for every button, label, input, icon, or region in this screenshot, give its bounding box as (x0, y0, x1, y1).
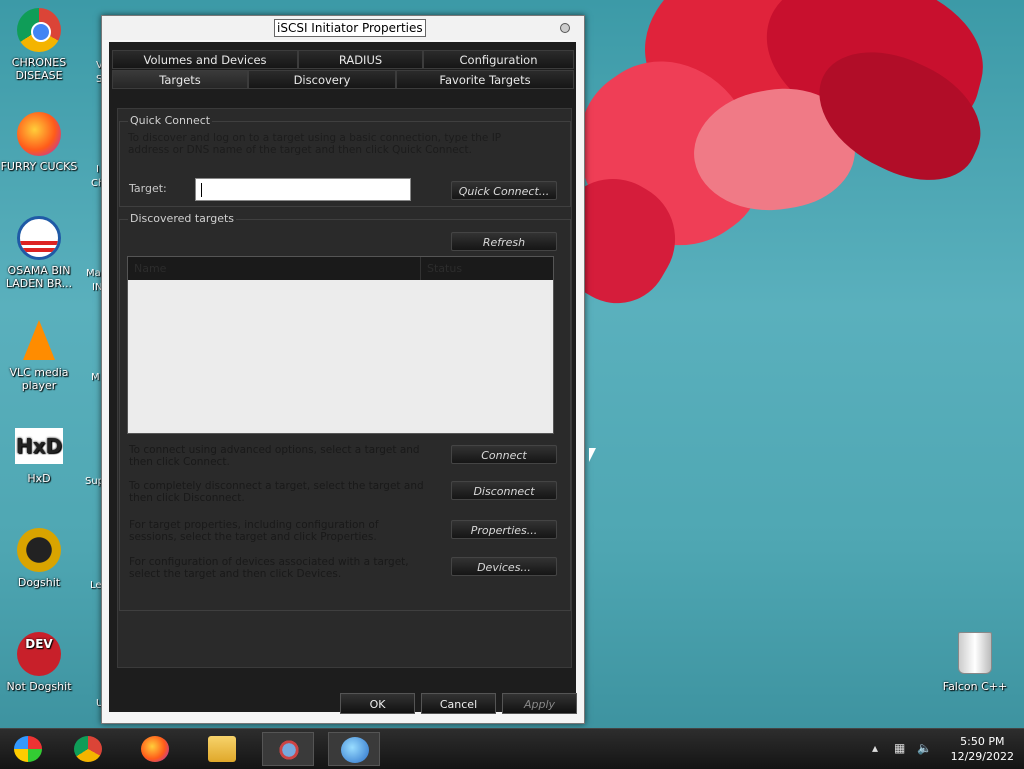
quick-connect-button[interactable]: Quick Connect... (451, 181, 557, 200)
clock[interactable]: 5:50 PM 12/29/2022 (951, 734, 1014, 764)
disconnect-description: To completely disconnect a target, selec… (129, 480, 424, 504)
start-orb-icon (14, 736, 42, 762)
desktop-icon-label: HxD (27, 472, 51, 485)
partial-label: Ma (86, 268, 101, 279)
recycle-bin-icon (958, 632, 992, 674)
chrome-icon (74, 736, 102, 762)
connect-button[interactable]: Connect (451, 445, 557, 464)
partial-label: I (96, 164, 99, 175)
network-users-icon (275, 737, 303, 763)
quick-connect-label: Quick Connect (128, 114, 213, 127)
quick-connect-group: Quick Connect To discover and log on to … (119, 114, 571, 207)
desktop-icon-osama[interactable]: OSAMA BIN LADEN BR... (0, 216, 78, 290)
quick-connect-description: To discover and log on to a target using… (128, 132, 502, 156)
discovered-targets-list[interactable]: Name Status (127, 256, 554, 434)
window-titlebar[interactable]: iSCSI Initiator Properties (102, 16, 584, 40)
desktop-icon-chrones-disease[interactable]: CHRONES DISEASE (0, 8, 78, 82)
window-title: iSCSI Initiator Properties (274, 19, 426, 37)
tab-discovery[interactable]: Discovery (248, 70, 396, 89)
target-input[interactable] (195, 178, 411, 201)
desktop-icon-not-dogshit[interactable]: DEV Not Dogshit (0, 632, 78, 693)
devices-button[interactable]: Devices... (451, 557, 557, 576)
properties-button[interactable]: Properties... (451, 520, 557, 539)
taskbar-chrome[interactable] (62, 732, 114, 766)
clock-time: 5:50 PM (960, 735, 1005, 748)
desktop-icon-furry-cucks[interactable]: FURRY CUCKS (0, 112, 78, 173)
taskbar: ▴ ▦ 🔈 5:50 PM 12/29/2022 (0, 728, 1024, 769)
taskbar-iscsi[interactable] (328, 732, 380, 766)
taskbar-file-explorer[interactable] (196, 732, 248, 766)
file-explorer-icon (208, 736, 236, 762)
taskbar-firefox[interactable] (129, 732, 181, 766)
desktop-icon-label: Falcon C++ (942, 680, 1008, 693)
firefox-icon (141, 736, 169, 762)
column-status[interactable]: Status (421, 257, 553, 280)
refresh-button[interactable]: Refresh (451, 232, 557, 251)
targets-panel: Quick Connect To discover and log on to … (117, 108, 572, 668)
iscsi-globe-icon (341, 737, 369, 763)
discovered-targets-group: Discovered targets Refresh Name Status T… (119, 212, 571, 611)
list-header: Name Status (128, 257, 553, 280)
taskbar-network-users[interactable] (262, 732, 314, 766)
partial-label: M (91, 372, 100, 383)
hxd-icon: HxD (15, 428, 63, 464)
tab-targets[interactable]: Targets (112, 70, 248, 89)
connect-description: To connect using advanced options, selec… (129, 444, 420, 468)
column-name[interactable]: Name (128, 257, 421, 280)
mouse-cursor-icon (589, 448, 596, 462)
volume-icon[interactable]: 🔈 (917, 741, 932, 755)
desktop-icon-label: FURRY CUCKS (0, 160, 78, 173)
desktop-icon-label: OSAMA BIN LADEN BR... (5, 264, 73, 290)
tab-radius[interactable]: RADIUS (298, 50, 423, 69)
network-icon[interactable]: ▦ (894, 741, 905, 755)
tab-row-top: Volumes and Devices RADIUS Configuration (112, 50, 574, 69)
discovered-targets-label: Discovered targets (128, 212, 237, 225)
close-icon[interactable] (560, 23, 570, 33)
window-client: Volumes and Devices RADIUS Configuration… (109, 42, 576, 712)
disconnect-button[interactable]: Disconnect (451, 481, 557, 500)
tab-configuration[interactable]: Configuration (423, 50, 574, 69)
dogshit-icon (17, 528, 61, 572)
wallpaper-flower (584, 0, 1024, 330)
tab-volumes-and-devices[interactable]: Volumes and Devices (112, 50, 298, 69)
obama-logo-icon (17, 216, 61, 260)
start-button[interactable] (2, 732, 54, 766)
clock-date: 12/29/2022 (950, 750, 1014, 763)
firefox-icon (17, 112, 61, 156)
show-hidden-icons-icon[interactable]: ▴ (872, 741, 878, 755)
cancel-button[interactable]: Cancel (421, 693, 496, 714)
target-label: Target: (129, 182, 167, 195)
tab-favorite-targets[interactable]: Favorite Targets (396, 70, 574, 89)
ok-button[interactable]: OK (340, 693, 415, 714)
devices-description: For configuration of devices associated … (129, 556, 409, 580)
desktop-icon-label: VLC media player (9, 366, 69, 392)
desktop-icon-label: Not Dogshit (6, 680, 72, 693)
desktop-icon-label: Dogshit (17, 576, 61, 589)
text-caret (201, 183, 202, 197)
iscsi-properties-window[interactable]: iSCSI Initiator Properties Volumes and D… (101, 15, 585, 724)
dev-cpp-icon: DEV (17, 632, 61, 676)
properties-description: For target properties, including configu… (129, 519, 379, 543)
tab-row-bottom: Targets Discovery Favorite Targets (112, 70, 574, 89)
desktop-icon-falcon-cpp[interactable]: Falcon C++ (936, 632, 1014, 693)
desktop-icon-hxd[interactable]: HxD HxD (0, 428, 78, 485)
apply-button[interactable]: Apply (502, 693, 577, 714)
desktop-icon-vlc[interactable]: VLC media player (0, 320, 78, 392)
vlc-cone-icon (23, 320, 55, 360)
partial-label: Le (90, 580, 102, 591)
desktop-icon-dogshit[interactable]: Dogshit (0, 528, 78, 589)
desktop-icon-label: CHRONES DISEASE (11, 56, 67, 82)
chrome-icon (17, 8, 61, 52)
